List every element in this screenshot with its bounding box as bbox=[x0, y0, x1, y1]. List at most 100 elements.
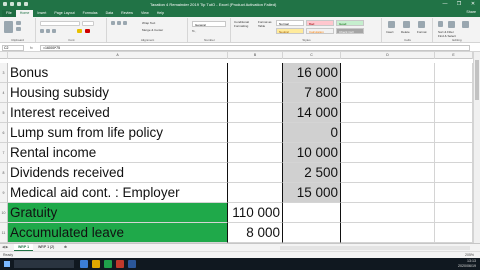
undo-icon[interactable] bbox=[17, 2, 21, 6]
align-bottom-icon[interactable] bbox=[123, 21, 127, 25]
tab-help[interactable]: Help bbox=[153, 10, 168, 17]
row-number[interactable]: 6 bbox=[0, 123, 8, 143]
close-button[interactable]: ✕ bbox=[466, 0, 480, 9]
formula-input[interactable]: =16000*75 bbox=[40, 45, 470, 51]
wrap-text-button[interactable]: Wrap Text bbox=[142, 21, 155, 25]
save-icon[interactable] bbox=[10, 2, 14, 6]
row-number[interactable]: 8 bbox=[0, 163, 8, 183]
cut-icon[interactable] bbox=[16, 21, 21, 25]
cell-label[interactable]: Dividends received bbox=[8, 163, 228, 183]
tab-file[interactable]: File bbox=[2, 10, 16, 17]
row-number[interactable]: 10 bbox=[0, 203, 8, 223]
cell-empty[interactable] bbox=[435, 123, 473, 143]
fx-icon[interactable]: fx bbox=[30, 45, 33, 51]
tab-review[interactable]: Review bbox=[117, 10, 137, 17]
cell-label[interactable]: Bonus bbox=[8, 63, 228, 83]
maximize-button[interactable]: ❐ bbox=[452, 0, 466, 9]
style-bad[interactable]: Bad bbox=[306, 20, 334, 26]
column-header-c[interactable]: C bbox=[283, 52, 341, 59]
name-box[interactable]: C2 bbox=[2, 45, 24, 51]
cell-amount-b[interactable] bbox=[228, 83, 283, 103]
sheet-tab-wrp-1-2[interactable]: WRP 1 (2) bbox=[34, 244, 58, 251]
merge-center-button[interactable]: Merge & Center bbox=[142, 28, 163, 32]
cell-empty[interactable] bbox=[341, 203, 435, 223]
cell-amount-c[interactable]: 7 800 bbox=[283, 83, 341, 103]
horizontal-scrollbar[interactable] bbox=[280, 246, 470, 250]
style-normal[interactable]: Normal bbox=[276, 20, 304, 26]
cell-amount-b[interactable]: 110 000 bbox=[228, 203, 283, 223]
font-name-select[interactable] bbox=[40, 21, 80, 26]
number-format-select[interactable]: General bbox=[192, 21, 226, 27]
cell-empty[interactable] bbox=[341, 163, 435, 183]
excel-icon[interactable] bbox=[104, 260, 112, 268]
font-color-icon[interactable] bbox=[85, 29, 90, 33]
redo-icon[interactable] bbox=[24, 2, 28, 6]
file-explorer-icon[interactable] bbox=[80, 260, 88, 268]
cell-empty[interactable] bbox=[435, 203, 473, 223]
column-header-a[interactable]: A bbox=[8, 52, 228, 59]
cell-empty[interactable] bbox=[341, 63, 435, 83]
cell-label[interactable]: Interest received bbox=[8, 103, 228, 123]
scroll-thumb[interactable] bbox=[475, 60, 479, 100]
style-good[interactable]: Good bbox=[336, 20, 364, 26]
fill-color-icon[interactable] bbox=[77, 29, 82, 33]
style-check-cell[interactable]: Check Cell bbox=[336, 28, 364, 34]
folder-icon[interactable] bbox=[92, 260, 100, 268]
column-header-e[interactable]: E bbox=[435, 52, 473, 59]
row-number[interactable]: 5 bbox=[0, 103, 8, 123]
autosave-icon[interactable] bbox=[3, 2, 7, 6]
cell-empty[interactable] bbox=[435, 143, 473, 163]
cell-amount-c[interactable]: 10 000 bbox=[283, 143, 341, 163]
column-header-b[interactable]: B bbox=[228, 52, 283, 59]
row-number[interactable]: 3 bbox=[0, 63, 8, 83]
cell-amount-c[interactable] bbox=[283, 203, 341, 223]
format-cells-button[interactable]: Format bbox=[417, 30, 427, 34]
windows-start-icon[interactable] bbox=[4, 261, 10, 267]
powerpoint-icon[interactable] bbox=[116, 260, 124, 268]
cell-amount-b[interactable] bbox=[228, 103, 283, 123]
cell-label[interactable]: Rental income bbox=[8, 143, 228, 163]
autosum-icon[interactable] bbox=[438, 21, 443, 27]
style-neutral[interactable]: Neutral bbox=[276, 28, 304, 34]
align-top-icon[interactable] bbox=[111, 21, 115, 25]
cell-label[interactable]: Housing subsidy bbox=[8, 83, 228, 103]
sheet-nav-arrows[interactable]: ◀ ▶ bbox=[2, 245, 8, 249]
cell-amount-c[interactable]: 16 000 bbox=[283, 63, 341, 83]
cell-amount-b[interactable] bbox=[228, 143, 283, 163]
cell-empty[interactable] bbox=[341, 123, 435, 143]
style-calculation[interactable]: Calculation bbox=[306, 28, 334, 34]
tab-insert[interactable]: Insert bbox=[33, 10, 50, 17]
currency-icon[interactable]: % , bbox=[192, 29, 196, 33]
bold-icon[interactable] bbox=[40, 29, 44, 33]
cell-empty[interactable] bbox=[341, 223, 435, 243]
insert-cells-button[interactable]: Insert bbox=[386, 30, 394, 34]
select-all-corner[interactable] bbox=[0, 52, 8, 59]
cell-empty[interactable] bbox=[341, 103, 435, 123]
cell-amount-b[interactable] bbox=[228, 123, 283, 143]
cell-empty[interactable] bbox=[435, 63, 473, 83]
cell-empty[interactable] bbox=[435, 183, 473, 203]
cell-amount-c[interactable]: 2 500 bbox=[283, 163, 341, 183]
cell-amount-b[interactable] bbox=[228, 183, 283, 203]
add-sheet-button[interactable]: ⊕ bbox=[60, 244, 71, 251]
cell-label[interactable]: Accumulated leave bbox=[8, 223, 228, 243]
underline-icon[interactable] bbox=[52, 29, 56, 33]
taskbar-search-box[interactable] bbox=[14, 260, 74, 268]
row-number[interactable]: 7 bbox=[0, 143, 8, 163]
row-number[interactable]: 11 bbox=[0, 223, 8, 243]
cell-empty[interactable] bbox=[341, 83, 435, 103]
cell-empty[interactable] bbox=[435, 163, 473, 183]
taskbar-clock[interactable]: 13:13 2020/06/19 bbox=[458, 259, 476, 269]
cell-empty[interactable] bbox=[341, 143, 435, 163]
column-header-d[interactable]: D bbox=[341, 52, 435, 59]
format-as-table-button[interactable]: Format as Table bbox=[258, 20, 274, 28]
tab-data[interactable]: Data bbox=[102, 10, 118, 17]
tab-home[interactable]: Home bbox=[15, 10, 34, 17]
word-icon[interactable] bbox=[128, 260, 136, 268]
cell-label[interactable]: Gratuity bbox=[8, 203, 228, 223]
zoom-level[interactable]: 205% bbox=[465, 253, 474, 257]
cell-amount-c[interactable]: 14 000 bbox=[283, 103, 341, 123]
cell-amount-b[interactable] bbox=[228, 63, 283, 83]
cell-empty[interactable] bbox=[435, 83, 473, 103]
font-size-select[interactable] bbox=[82, 21, 94, 26]
